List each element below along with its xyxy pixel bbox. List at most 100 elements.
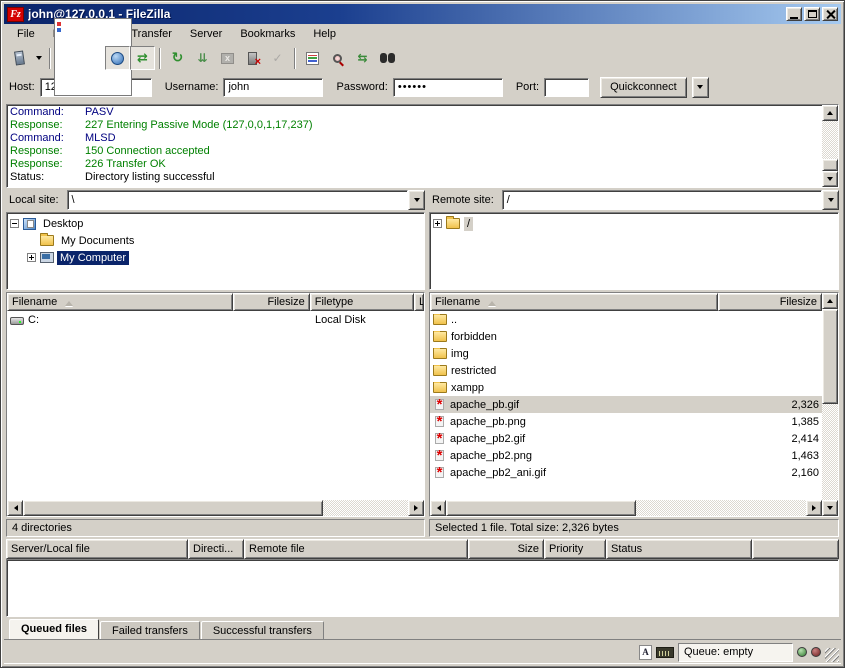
toggle-queue-button[interactable]: ⇄ (130, 46, 155, 70)
tree-item-my-computer[interactable]: My Computer (10, 249, 421, 266)
local-rows: C: Local Disk (7, 311, 424, 500)
menu-help[interactable]: Help (304, 26, 345, 42)
column-filename[interactable]: Filename (430, 293, 718, 311)
column-status[interactable]: Status (606, 539, 752, 559)
folder-icon (433, 348, 447, 359)
speed-limits-icon[interactable] (656, 647, 674, 658)
scroll-thumb[interactable] (23, 500, 323, 516)
scroll-down-button[interactable] (822, 171, 838, 187)
log-scrollbar[interactable] (822, 105, 838, 187)
cancel-button[interactable]: x (215, 46, 240, 70)
toggle-remote-tree-button[interactable] (105, 46, 130, 70)
scroll-left-button[interactable] (7, 500, 23, 516)
resize-grip[interactable] (825, 648, 839, 662)
remote-row-xampp[interactable]: xampp (430, 379, 822, 396)
remote-row-apache-pb-gif[interactable]: *apache_pb.gif2,326 (430, 396, 822, 413)
scroll-track[interactable] (323, 500, 408, 516)
column-filename[interactable]: Filename (7, 293, 233, 311)
tree-item-my-documents[interactable]: My Documents (10, 232, 421, 249)
remote-row-parent-dir[interactable]: .. (430, 311, 822, 328)
remote-site-path[interactable]: / (502, 190, 822, 210)
column-label: Filesize (267, 296, 304, 308)
scroll-track[interactable] (822, 404, 838, 500)
scroll-left-button[interactable] (430, 500, 446, 516)
remote-row-img[interactable]: img (430, 345, 822, 362)
directory-comparison-button[interactable] (375, 46, 400, 70)
toggle-local-tree-button[interactable] (80, 46, 105, 70)
remote-site-dropdown[interactable] (822, 190, 839, 210)
local-site-combo[interactable]: \ (67, 190, 425, 210)
tab-failed-transfers[interactable]: Failed transfers (100, 621, 200, 639)
remote-row-apache-pb-png[interactable]: *apache_pb.png1,385 (430, 413, 822, 430)
scroll-down-button[interactable] (822, 500, 838, 516)
column-size[interactable]: Size (468, 539, 544, 559)
search-button[interactable] (325, 46, 350, 70)
scroll-right-button[interactable] (806, 500, 822, 516)
tree-label-selected[interactable]: My Computer (57, 251, 129, 265)
expand-icon[interactable] (433, 219, 442, 228)
scroll-thumb[interactable] (822, 309, 838, 404)
password-input[interactable]: •••••• (393, 78, 503, 97)
local-site-label: Local site: (6, 190, 67, 210)
scroll-track[interactable] (822, 121, 838, 159)
disconnect-button[interactable] (240, 46, 265, 70)
remote-row-forbidden[interactable]: forbidden (430, 328, 822, 345)
local-row-c-drive[interactable]: C: Local Disk (7, 311, 424, 328)
remote-hscrollbar[interactable] (430, 500, 822, 516)
site-manager-dropdown[interactable] (32, 46, 45, 70)
remote-row-apache-pb2-png[interactable]: *apache_pb2.png1,463 (430, 447, 822, 464)
column-server-local-file[interactable]: Server/Local file (6, 539, 188, 559)
column-priority[interactable]: Priority (544, 539, 606, 559)
desktop-icon (23, 218, 36, 230)
scroll-thumb[interactable] (822, 159, 838, 171)
tab-successful-transfers[interactable]: Successful transfers (201, 621, 324, 639)
site-manager-button[interactable] (7, 46, 32, 70)
tree-item-desktop[interactable]: Desktop (10, 215, 421, 232)
remote-site-combo[interactable]: / (502, 190, 839, 210)
tree-label-selected[interactable]: / (464, 217, 473, 231)
reconnect-button[interactable]: ✓ (265, 46, 290, 70)
maximize-button[interactable] (804, 7, 820, 21)
menu-bookmarks[interactable]: Bookmarks (231, 26, 304, 42)
process-queue-button[interactable]: ⇊ (190, 46, 215, 70)
synchronized-browsing-button[interactable]: ⇆ (350, 46, 375, 70)
column-remote-file[interactable]: Remote file (244, 539, 468, 559)
quickconnect-dropdown[interactable] (692, 77, 709, 98)
quickconnect-button[interactable]: Quickconnect (600, 77, 687, 98)
remote-row-apache-pb2-ani-gif[interactable]: *apache_pb2_ani.gif2,160 (430, 464, 822, 481)
port-input[interactable] (544, 78, 589, 97)
menu-server[interactable]: Server (181, 26, 231, 42)
refresh-button[interactable]: ↻ (165, 46, 190, 70)
remote-row-apache-pb2-gif[interactable]: *apache_pb2.gif2,414 (430, 430, 822, 447)
close-button[interactable] (822, 7, 838, 21)
minimize-button[interactable] (786, 7, 802, 21)
scroll-up-button[interactable] (822, 293, 838, 309)
expand-icon[interactable] (27, 253, 36, 262)
tree-label[interactable]: Desktop (40, 217, 86, 231)
column-filesize[interactable]: Filesize (718, 293, 822, 311)
scroll-up-button[interactable] (822, 105, 838, 121)
remote-vscrollbar[interactable] (822, 293, 838, 516)
local-pane: Local site: \ Desktop My Documents (6, 190, 425, 537)
tree-label[interactable]: My Documents (58, 234, 137, 248)
collapse-icon[interactable] (10, 219, 19, 228)
tab-queued-files[interactable]: Queued files (9, 619, 99, 639)
scroll-track[interactable] (636, 500, 806, 516)
file-size: 2,326 (718, 399, 822, 411)
scroll-thumb[interactable] (446, 500, 636, 516)
scroll-right-button[interactable] (408, 500, 424, 516)
menu-file[interactable]: File (8, 26, 44, 42)
username-input[interactable]: john (223, 78, 323, 97)
remote-row-restricted[interactable]: restricted (430, 362, 822, 379)
local-hscrollbar[interactable] (7, 500, 424, 516)
column-filetype[interactable]: Filetype (310, 293, 414, 311)
tree-item-root[interactable]: / (433, 215, 835, 232)
data-type-ascii-icon[interactable]: A (639, 645, 652, 660)
local-site-dropdown[interactable] (408, 190, 425, 210)
column-direction[interactable]: Directi... (188, 539, 244, 559)
queue-body[interactable] (6, 559, 839, 617)
column-last-modified[interactable]: L (414, 293, 424, 311)
local-site-path[interactable]: \ (67, 190, 408, 210)
filter-button[interactable] (300, 46, 325, 70)
column-filesize[interactable]: Filesize (233, 293, 309, 311)
